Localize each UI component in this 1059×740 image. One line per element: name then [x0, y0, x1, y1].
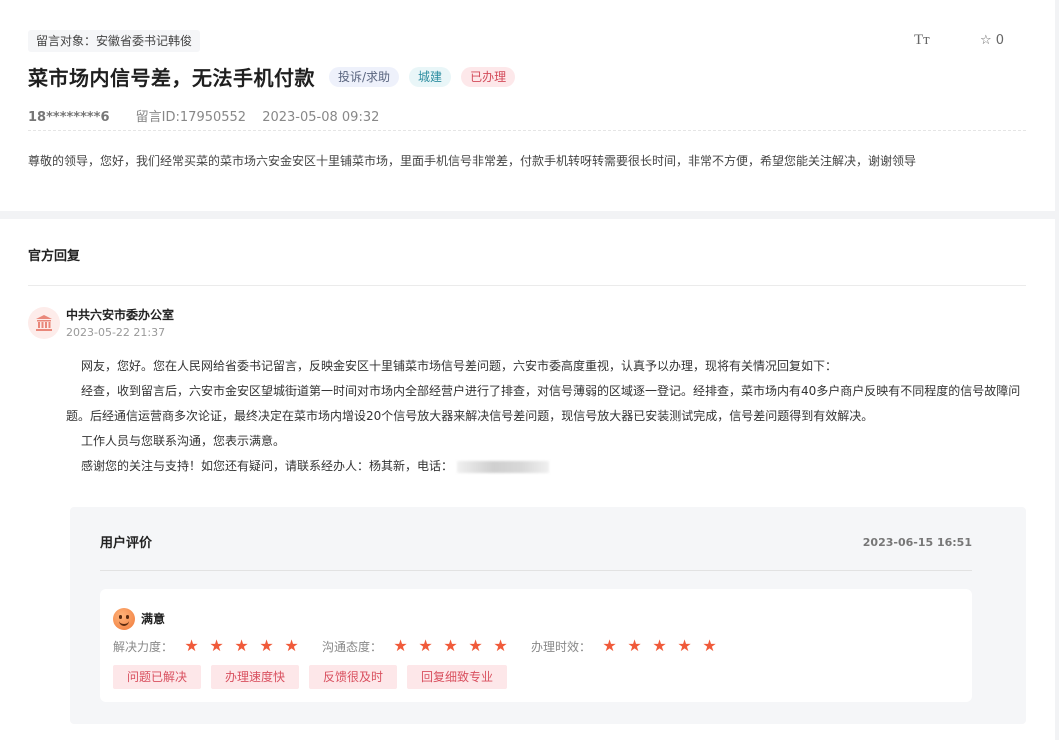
category-tag: 投诉/求助: [329, 66, 400, 87]
evaluation-chip: 反馈很及时: [309, 665, 398, 689]
star-rating: ★ ★ ★ ★ ★: [179, 637, 304, 655]
reply-org-name: 中共六安市委办公室: [66, 308, 175, 322]
message-body: 尊敬的领导，您好，我们经常买菜的菜市场六安金安区十里铺菜市场，里面手机信号非常差…: [28, 154, 917, 168]
rating-resolution: 解决力度： ★ ★ ★ ★ ★: [113, 637, 304, 655]
reply-paragraph: 经查，收到留言后，六安市金安区望城街道第一时间对市场内全部经营户进行了排查，对信…: [66, 384, 1021, 423]
reply-time: 2023-05-22 21:37: [66, 326, 166, 339]
smile-face-icon: [113, 608, 135, 630]
message-meta: 18********6 留言ID:17950552 2023-05-08 09:…: [28, 106, 379, 125]
reply-card: 官方回复 中共六安市委办公室 2023-05-22 21:37 网友，您好。您在…: [0, 219, 1055, 740]
reply-contact-line: 感谢您的关注与支持！如您还有疑问，请联系经办人：杨其新，电话：: [66, 454, 1028, 479]
star-icon: ★: [627, 636, 642, 655]
reply-section-title: 官方回复: [28, 249, 81, 264]
star-icon: ★: [209, 636, 224, 655]
government-building-icon: [28, 307, 60, 339]
rating-label: 办理时效：: [531, 639, 592, 654]
message-id: 留言ID:17950552: [135, 110, 247, 125]
reply-paragraph: 工作人员与您联系沟通，您表示满意。: [81, 434, 286, 448]
domain-tag: 城建: [409, 66, 452, 87]
satisfaction-label: 满意: [141, 612, 166, 626]
star-rating: ★ ★ ★ ★ ★: [597, 637, 722, 655]
message-user: 18********6: [28, 110, 110, 125]
evaluation-chip: 办理速度快: [211, 665, 300, 689]
star-rating: ★ ★ ★ ★ ★: [388, 637, 513, 655]
star-icon: ★: [602, 636, 617, 655]
star-icon: ★: [234, 636, 249, 655]
divider: [100, 570, 972, 571]
evaluation-chip: 问题已解决: [113, 665, 202, 689]
star-icon: ★: [468, 636, 483, 655]
font-size-toggle-button[interactable]: Tт: [914, 32, 930, 49]
evaluation-card: 满意 解决力度： ★ ★ ★ ★ ★ 沟通态度： ★ ★ ★ ★ ★ 办理时效： ★ ★ ★ ★ ★ 问…: [100, 589, 972, 702]
user-evaluation-panel: 用户评价 2023-06-15 16:51 满意 解决力度： ★ ★ ★ ★ ★ 沟通态…: [70, 507, 1026, 724]
star-icon: ★: [493, 636, 508, 655]
reply-paragraph: 网友，您好。您在人民网给省委书记留言，反映金安区十里铺菜市场信号差问题，六安市委…: [81, 359, 838, 373]
status-badge: 已办理: [461, 66, 516, 87]
divider: [28, 130, 1026, 131]
evaluation-time: 2023-06-15 16:51: [862, 536, 972, 549]
star-icon: ★: [677, 636, 692, 655]
phone-redacted: [457, 460, 550, 473]
favorite-button[interactable]: ☆ 0: [980, 33, 1004, 48]
evaluation-title: 用户评价: [100, 536, 153, 551]
star-icon: ★: [259, 636, 274, 655]
rating-label: 沟通态度：: [322, 639, 383, 654]
title-row: 菜市场内信号差，无法手机付款 投诉/求助 城建 已办理: [28, 62, 516, 91]
evaluation-chip: 回复细致专业: [407, 665, 508, 689]
evaluation-chips: 问题已解决 办理速度快 反馈很及时 回复细致专业: [113, 665, 517, 689]
rating-label: 解决力度：: [113, 639, 174, 654]
star-icon: ★: [418, 636, 433, 655]
star-outline-icon: ☆: [980, 33, 992, 48]
star-icon: ★: [702, 636, 717, 655]
rating-timeliness: 办理时效： ★ ★ ★ ★ ★: [531, 637, 722, 655]
rating-row: 解决力度： ★ ★ ★ ★ ★ 沟通态度： ★ ★ ★ ★ ★ 办理时效： ★ ★ ★ ★ ★: [113, 637, 740, 655]
star-icon: ★: [184, 636, 199, 655]
favorite-count: 0: [995, 33, 1005, 48]
star-icon: ★: [393, 636, 408, 655]
star-icon: ★: [652, 636, 667, 655]
rating-attitude: 沟通态度： ★ ★ ★ ★ ★: [322, 637, 513, 655]
reply-paragraph: 感谢您的关注与支持！如您还有疑问，请联系经办人：杨其新，电话：: [81, 459, 454, 473]
message-title: 菜市场内信号差，无法手机付款: [28, 66, 315, 90]
reply-body: 网友，您好。您在人民网给省委书记留言，反映金安区十里铺菜市场信号差问题，六安市委…: [66, 354, 1028, 479]
divider: [28, 285, 1026, 286]
message-target: 留言对象：安徽省委书记韩俊: [28, 30, 201, 52]
message-card: 留言对象：安徽省委书记韩俊 Tт ☆ 0 菜市场内信号差，无法手机付款 投诉/求…: [0, 0, 1055, 211]
star-icon: ★: [443, 636, 458, 655]
star-icon: ★: [284, 636, 299, 655]
message-datetime: 2023-05-08 09:32: [262, 110, 380, 125]
